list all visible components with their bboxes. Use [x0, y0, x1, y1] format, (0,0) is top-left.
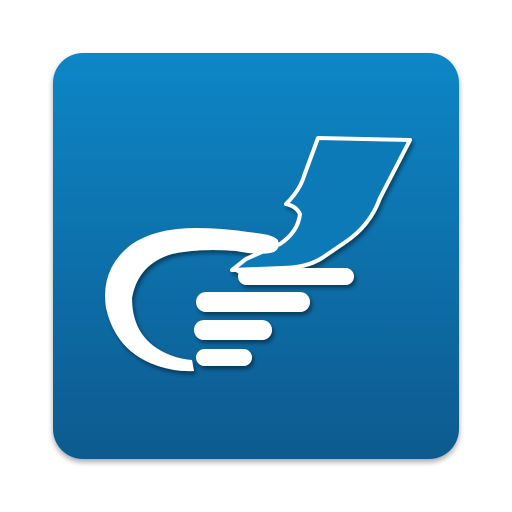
finger-4 — [196, 349, 252, 366]
finger-2 — [196, 292, 310, 312]
app-icon[interactable] — [0, 0, 512, 512]
finger-1 — [238, 268, 354, 285]
icon-canvas — [0, 0, 512, 512]
finger-3 — [194, 320, 272, 340]
